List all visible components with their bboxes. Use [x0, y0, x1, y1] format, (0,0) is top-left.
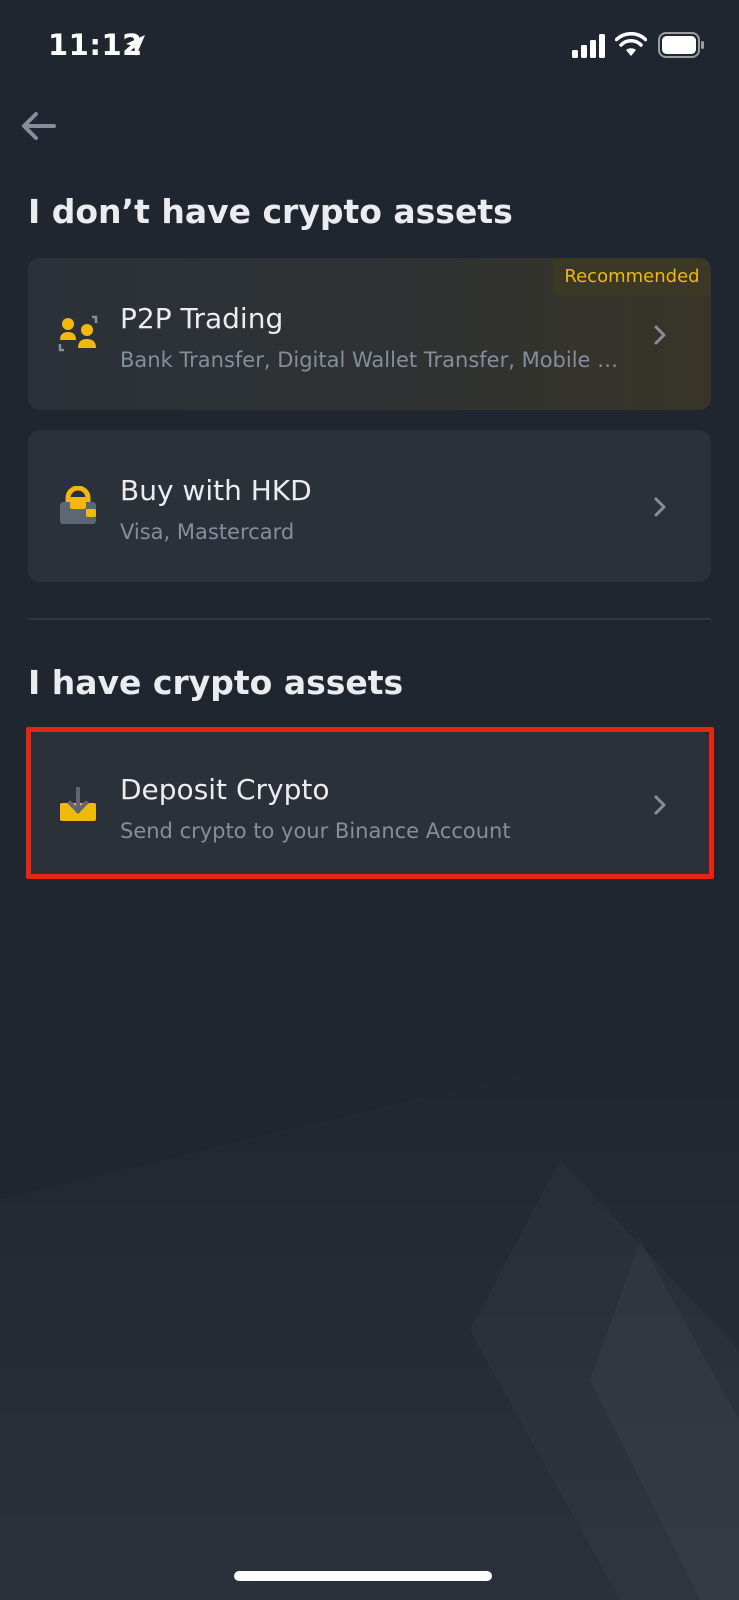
deposit-crypto-option[interactable]: Deposit Crypto Send crypto to your Binan…	[28, 731, 711, 879]
arrow-left-icon	[22, 112, 56, 140]
deposit-crypto-subtitle: Send crypto to your Binance Account	[120, 819, 511, 843]
buy-with-hkd-subtitle: Visa, Mastercard	[120, 520, 295, 544]
buy-with-hkd-title: Buy with HKD	[120, 474, 312, 507]
wifi-icon	[615, 32, 647, 56]
deposit-tray-icon	[60, 787, 96, 821]
p2p-trading-title: P2P Trading	[120, 302, 284, 335]
p2p-trading-subtitle: Bank Transfer, Digital Wallet Transfer, …	[120, 348, 620, 372]
wallet-lock-icon	[60, 486, 96, 524]
buy-with-hkd-option[interactable]: Buy with HKD Visa, Mastercard	[28, 430, 711, 582]
recommended-badge: Recommended	[553, 258, 711, 296]
back-button[interactable]	[18, 108, 62, 144]
chevron-right-icon	[654, 497, 666, 517]
cellular-signal-icon	[572, 34, 605, 58]
home-indicator[interactable]	[234, 1571, 492, 1581]
section-title-no-assets: I don’t have crypto assets	[28, 192, 513, 231]
battery-icon	[658, 32, 704, 58]
deposit-crypto-title: Deposit Crypto	[120, 773, 330, 806]
section-divider	[28, 618, 711, 620]
chevron-right-icon	[654, 795, 666, 815]
p2p-trading-option[interactable]: Recommended P2P Trading Bank Transfer, D…	[28, 258, 711, 410]
section-title-has-assets: I have crypto assets	[28, 663, 404, 702]
chevron-right-icon	[654, 325, 666, 345]
location-arrow-icon	[126, 35, 145, 56]
p2p-users-icon	[58, 315, 98, 352]
status-bar: 11:12	[0, 0, 739, 92]
